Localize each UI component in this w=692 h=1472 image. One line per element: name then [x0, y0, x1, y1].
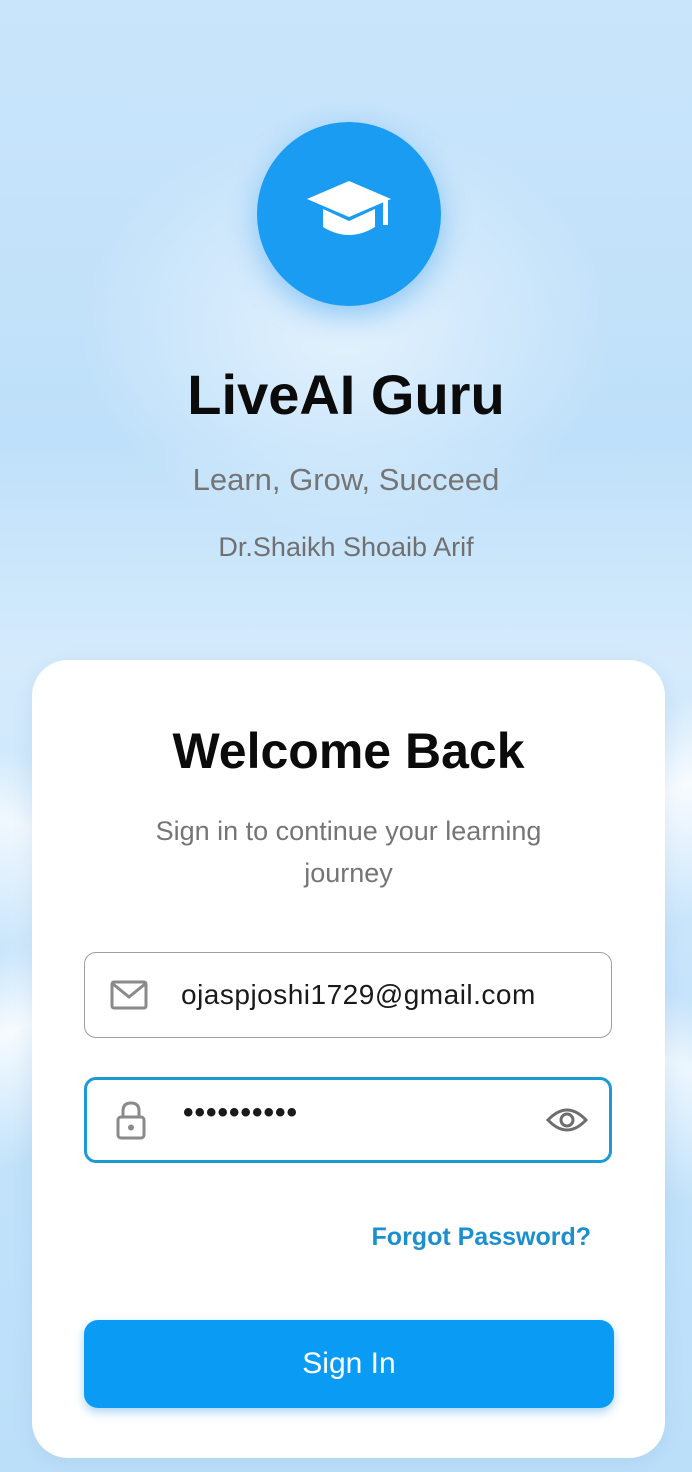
lock-icon: [111, 1100, 151, 1140]
author-name: Dr.Shaikh Shoaib Arif: [218, 532, 474, 562]
email-value: ojaspjoshi1729@gmail.com: [181, 979, 536, 1010]
email-field[interactable]: ojaspjoshi1729@gmail.com: [84, 952, 612, 1038]
login-subtitle: Sign in to continue your learning journe…: [155, 816, 542, 888]
forgot-password-link[interactable]: Forgot Password?: [372, 1223, 591, 1252]
graduation-cap-icon: [305, 177, 393, 252]
login-card: Welcome Back Sign in to continue your le…: [32, 660, 665, 1458]
app-tagline: Learn, Grow, Succeed: [192, 462, 500, 497]
eye-icon[interactable]: [545, 1098, 589, 1142]
welcome-heading: Welcome Back: [172, 723, 525, 779]
sign-in-button[interactable]: Sign In: [84, 1320, 614, 1408]
app-logo: [257, 122, 441, 306]
password-field[interactable]: ••••••••••: [84, 1077, 612, 1163]
app-title: LiveAI Guru: [187, 363, 505, 426]
password-value: ••••••••••: [183, 1096, 299, 1129]
mail-icon: [109, 975, 149, 1015]
